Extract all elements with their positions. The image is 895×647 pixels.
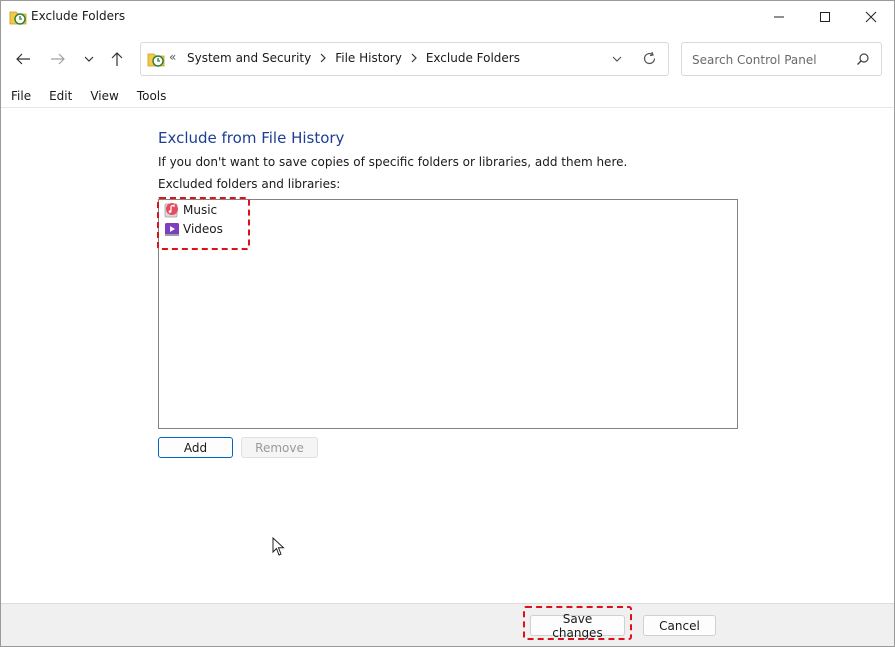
- list-item-music[interactable]: Music: [164, 201, 217, 219]
- menu-view[interactable]: View: [80, 85, 126, 107]
- arrow-right-icon: [51, 53, 65, 65]
- list-item-label: Music: [183, 203, 218, 217]
- breadcrumb-system-and-security[interactable]: System and Security: [185, 51, 313, 65]
- file-history-icon: [147, 50, 165, 68]
- list-item-videos[interactable]: Videos: [164, 220, 223, 238]
- window-title: Exclude Folders: [31, 9, 126, 23]
- back-button[interactable]: [12, 49, 34, 69]
- main-content: Exclude from File History If you don't w…: [1, 108, 894, 603]
- page-title: Exclude from File History: [158, 129, 345, 147]
- file-history-icon: [9, 8, 27, 26]
- chevron-down-icon: [612, 56, 622, 62]
- menu-file[interactable]: File: [1, 85, 39, 107]
- exclude-folders-window: Exclude Folders « System and Security Fi…: [0, 0, 895, 647]
- navigation-bar: « System and Security File History Exclu…: [1, 37, 894, 81]
- address-history-dropdown[interactable]: [611, 53, 623, 67]
- title-bar: Exclude Folders: [1, 1, 894, 33]
- address-bar[interactable]: « System and Security File History Exclu…: [140, 42, 669, 76]
- up-button[interactable]: [106, 49, 128, 69]
- breadcrumb-exclude-folders[interactable]: Exclude Folders: [424, 51, 522, 65]
- list-item-label: Videos: [183, 222, 223, 236]
- videos-library-icon: [164, 221, 180, 237]
- mouse-cursor-icon: [272, 536, 286, 560]
- chevron-down-icon: [84, 56, 94, 62]
- add-button[interactable]: Add: [158, 437, 233, 458]
- minimize-icon: [774, 16, 784, 18]
- menu-bar: File Edit View Tools: [1, 85, 894, 107]
- chevron-right-icon[interactable]: [319, 53, 327, 63]
- music-library-icon: [164, 202, 180, 218]
- close-icon: [865, 11, 877, 23]
- search-box: [681, 42, 882, 76]
- excluded-folders-list[interactable]: Music Videos: [158, 199, 738, 429]
- arrow-up-icon: [111, 52, 123, 66]
- breadcrumb: System and Security File History Exclude…: [185, 51, 522, 65]
- address-overflow-button[interactable]: «: [169, 50, 176, 64]
- maximize-button[interactable]: [802, 1, 848, 33]
- remove-button[interactable]: Remove: [241, 437, 318, 458]
- minimize-button[interactable]: [756, 1, 802, 33]
- save-changes-button[interactable]: Save changes: [530, 612, 625, 640]
- chevron-right-icon[interactable]: [410, 53, 418, 63]
- forward-button[interactable]: [47, 49, 69, 69]
- cancel-button[interactable]: Cancel: [643, 615, 716, 636]
- maximize-icon: [820, 12, 830, 22]
- page-description: If you don't want to save copies of spec…: [158, 155, 628, 169]
- menu-edit[interactable]: Edit: [39, 85, 80, 107]
- search-input[interactable]: [690, 50, 854, 70]
- breadcrumb-file-history[interactable]: File History: [333, 51, 404, 65]
- arrow-left-icon: [16, 53, 30, 65]
- menu-tools[interactable]: Tools: [127, 85, 175, 107]
- footer-bar: Save changes Cancel: [1, 603, 894, 646]
- refresh-button[interactable]: [642, 51, 657, 69]
- refresh-icon: [643, 51, 656, 65]
- search-icon[interactable]: [856, 52, 870, 69]
- recent-locations-button[interactable]: [78, 49, 100, 69]
- close-button[interactable]: [848, 1, 894, 33]
- excluded-list-label: Excluded folders and libraries:: [158, 177, 341, 191]
